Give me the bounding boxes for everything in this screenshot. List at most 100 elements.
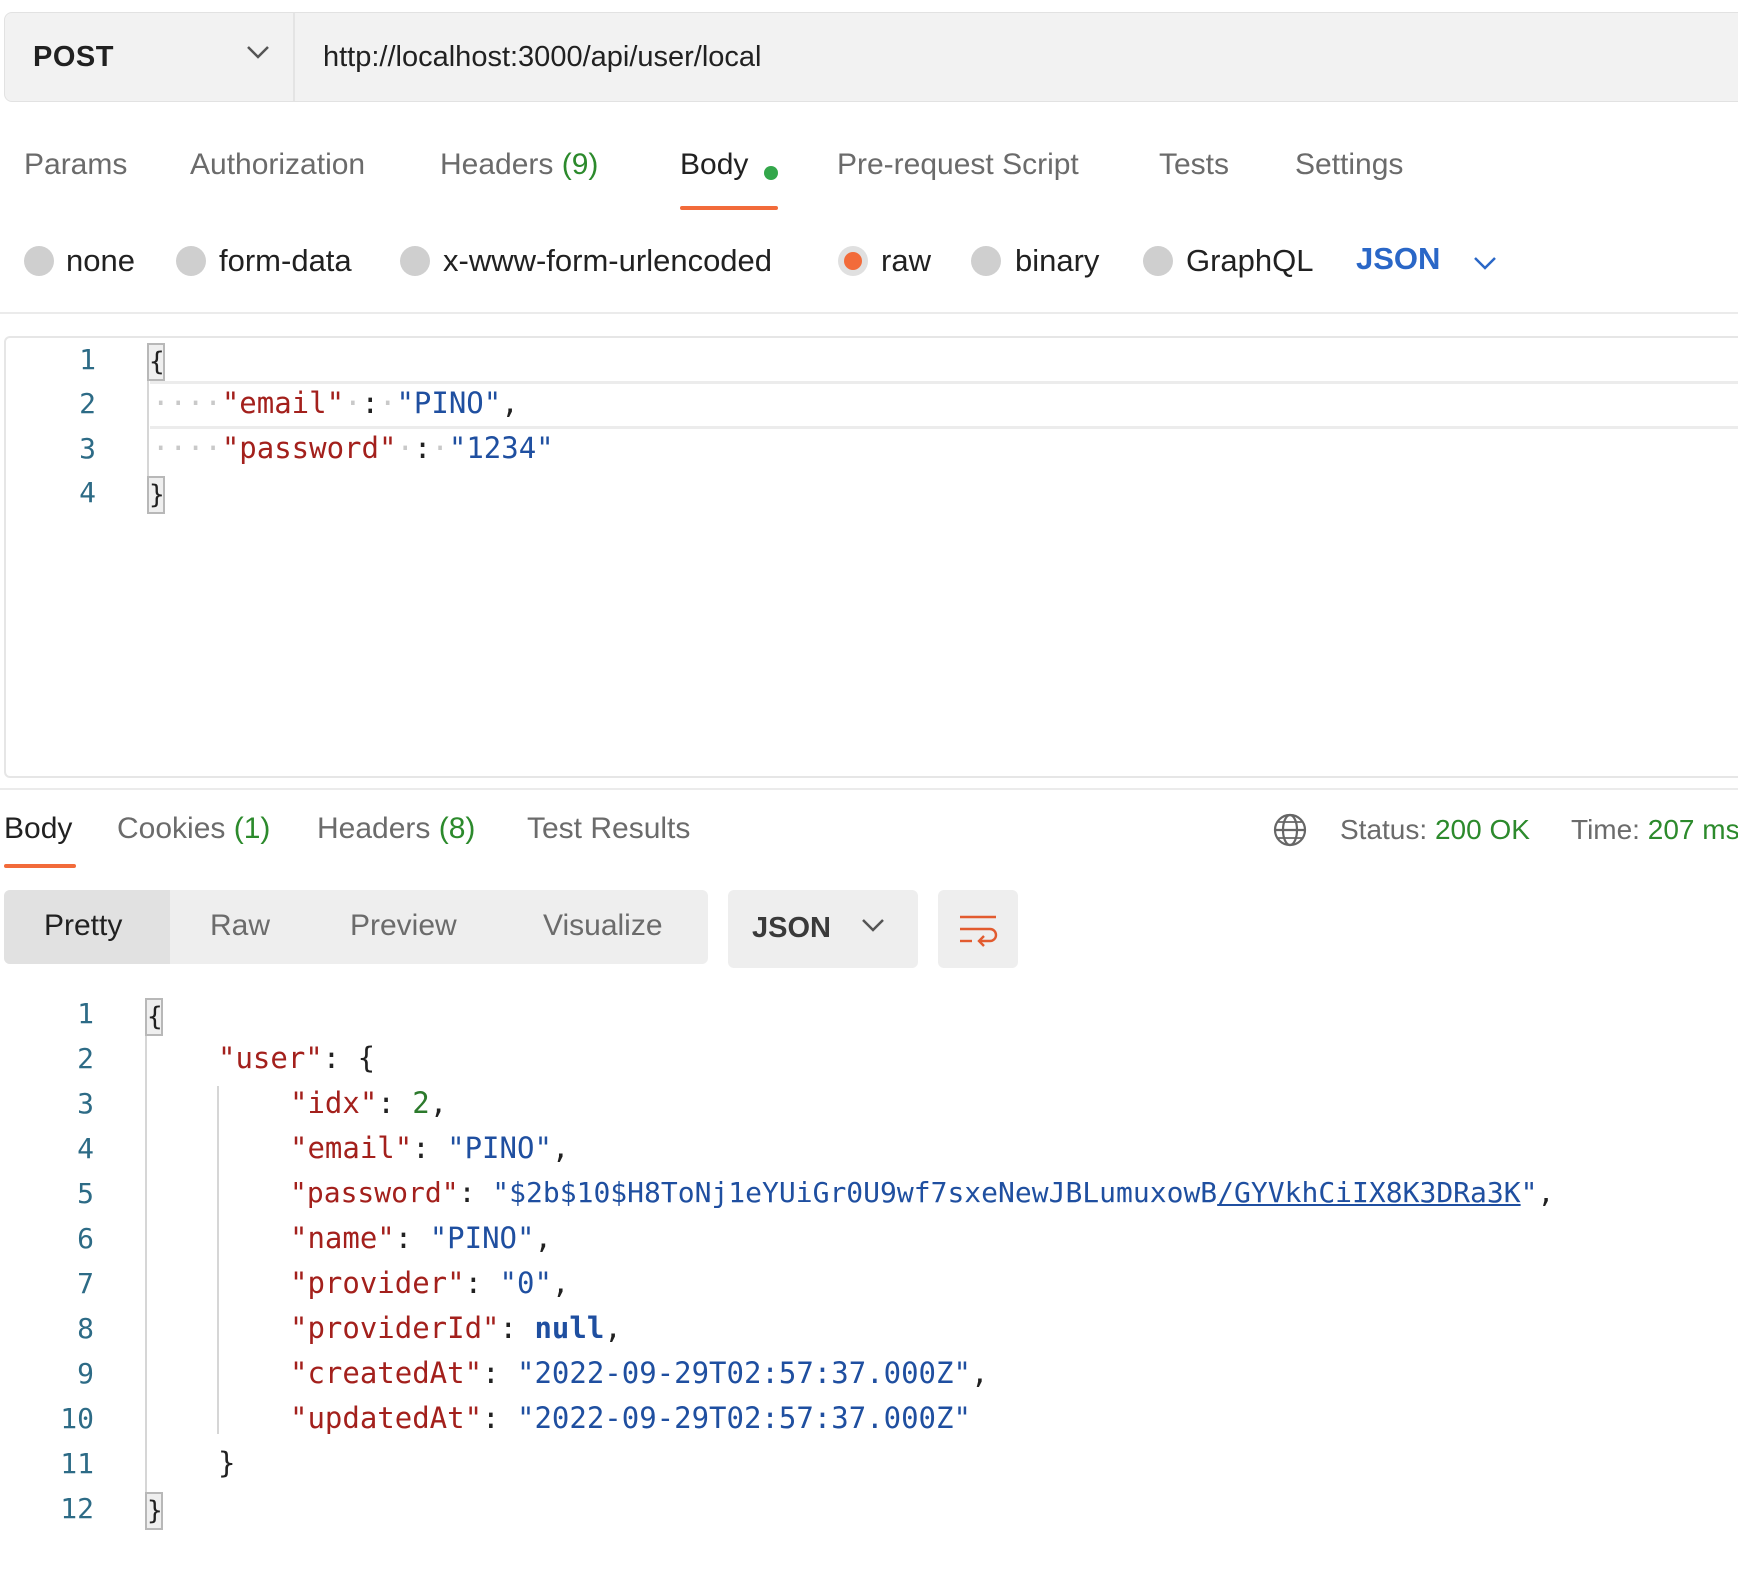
code-key: "createdAt" bbox=[290, 1356, 483, 1390]
status-value: 200 OK bbox=[1434, 814, 1530, 845]
radio-label-form-data: form-data bbox=[219, 243, 352, 278]
tab-label: Body bbox=[680, 148, 749, 181]
radio-label-none: none bbox=[66, 243, 135, 278]
code-line: "password": "$2b$10$H8ToNj1eYUiGr0U9wf7s… bbox=[290, 1176, 1554, 1209]
code-line: "name": "PINO", bbox=[290, 1221, 552, 1255]
whitespace-dots: · bbox=[396, 431, 414, 465]
code-punct: , bbox=[534, 1221, 552, 1255]
code-key: "password" bbox=[290, 1176, 459, 1209]
radio-label-x-www-form-urlencoded: x-www-form-urlencoded bbox=[443, 243, 773, 278]
response-tab-headers[interactable]: Headers (8) bbox=[317, 812, 475, 846]
tab-pre-request-script[interactable]: Pre-request Script bbox=[837, 148, 1079, 182]
url-input[interactable]: http://localhost:3000/api/user/local bbox=[323, 13, 762, 101]
tab-label: Test Results bbox=[527, 812, 691, 845]
response-body-viewer[interactable]: 1 2 3 4 5 6 7 8 9 10 11 12 { "user": { "… bbox=[0, 990, 1738, 1550]
tab-label: Body bbox=[4, 812, 73, 845]
code-line: "providerId": null, bbox=[290, 1311, 622, 1345]
code-punct: , bbox=[1537, 1176, 1555, 1209]
tab-count: (9) bbox=[561, 148, 599, 181]
line-number: 8 bbox=[77, 1312, 94, 1345]
response-tab-body[interactable]: Body bbox=[4, 812, 72, 846]
tab-authorization[interactable]: Authorization bbox=[190, 148, 365, 182]
globe-icon[interactable] bbox=[1272, 812, 1308, 848]
line-number: 3 bbox=[79, 432, 96, 465]
chevron-down-icon bbox=[862, 919, 884, 932]
tab-tests[interactable]: Tests bbox=[1159, 148, 1229, 182]
code-colon: : bbox=[361, 386, 379, 420]
code-value: "2022-09-29T02:57:37.000Z" bbox=[516, 1356, 971, 1390]
code-line: "updatedAt": "2022-09-29T02:57:37.000Z" bbox=[290, 1401, 971, 1435]
response-format-select[interactable]: JSON bbox=[728, 890, 918, 968]
line-number: 2 bbox=[79, 387, 96, 420]
code-value: "PINO" bbox=[396, 386, 502, 420]
tab-settings[interactable]: Settings bbox=[1295, 148, 1403, 182]
code-line: ····"password"·:·"1234" bbox=[152, 431, 554, 465]
radio-form-data[interactable] bbox=[176, 246, 206, 276]
tab-label: Settings bbox=[1295, 148, 1404, 181]
active-tab-underline bbox=[4, 864, 76, 868]
code-line: "user": { bbox=[218, 1041, 375, 1075]
method-label: POST bbox=[33, 40, 114, 73]
view-preview[interactable]: Preview bbox=[350, 909, 457, 943]
code-punct: : bbox=[482, 1356, 517, 1390]
wrap-lines-button[interactable] bbox=[938, 890, 1018, 968]
line-number: 7 bbox=[77, 1267, 94, 1300]
status-readout: Status: 200 OK bbox=[1340, 814, 1530, 846]
body-indicator-dot bbox=[764, 166, 778, 180]
line-number: 1 bbox=[79, 343, 96, 376]
radio-raw[interactable] bbox=[838, 246, 868, 276]
code-punct: , bbox=[501, 386, 519, 420]
tab-label: Params bbox=[24, 148, 128, 181]
tab-headers[interactable]: Headers (9) bbox=[440, 148, 598, 182]
tab-body[interactable]: Body bbox=[680, 148, 748, 182]
response-tab-cookies[interactable]: Cookies (1) bbox=[117, 812, 270, 846]
code-line: "email": "PINO", bbox=[290, 1131, 569, 1165]
line-number: 11 bbox=[60, 1447, 94, 1480]
view-raw[interactable]: Raw bbox=[210, 909, 270, 943]
line-number: 6 bbox=[77, 1222, 94, 1255]
code-brace-open: { bbox=[145, 998, 163, 1036]
url-bar: POST http://localhost:3000/api/user/loca… bbox=[4, 12, 1738, 102]
indent-guide bbox=[217, 1086, 219, 1434]
radio-graphql[interactable] bbox=[1143, 246, 1173, 276]
radio-binary[interactable] bbox=[971, 246, 1001, 276]
response-tab-test-results[interactable]: Test Results bbox=[527, 812, 690, 846]
line-number: 1 bbox=[77, 997, 94, 1030]
line-number: 4 bbox=[77, 1132, 94, 1165]
method-select[interactable]: POST bbox=[5, 13, 295, 101]
code-value: "0" bbox=[499, 1266, 552, 1300]
line-number: 12 bbox=[60, 1492, 94, 1525]
whitespace-dots: · bbox=[431, 431, 449, 465]
code-punct: : bbox=[377, 1086, 413, 1120]
code-brace-close: } bbox=[147, 476, 165, 514]
tab-label: Headers bbox=[317, 812, 431, 845]
code-punct: , bbox=[604, 1311, 622, 1345]
line-number: 2 bbox=[77, 1042, 94, 1075]
indent-guide bbox=[145, 998, 147, 1526]
line-number: 9 bbox=[77, 1357, 94, 1390]
view-visualize[interactable]: Visualize bbox=[543, 909, 663, 943]
line-number: 4 bbox=[79, 476, 96, 509]
radio-label-graphql: GraphQL bbox=[1186, 243, 1314, 278]
code-punct: : bbox=[499, 1311, 535, 1345]
radio-none[interactable] bbox=[24, 246, 54, 276]
line-number: 5 bbox=[77, 1177, 94, 1210]
code-key: "email" bbox=[221, 386, 345, 420]
code-line: "createdAt": "2022-09-29T02:57:37.000Z", bbox=[290, 1356, 988, 1390]
code-key: "password" bbox=[221, 431, 397, 465]
view-pretty[interactable]: Pretty bbox=[44, 909, 122, 943]
time-readout: Time: 207 ms bbox=[1571, 814, 1738, 846]
status-label: Status: bbox=[1340, 814, 1428, 845]
raw-format-select[interactable]: JSON bbox=[1356, 241, 1440, 277]
code-value: "1234" bbox=[448, 431, 554, 465]
tab-params[interactable]: Params bbox=[24, 148, 127, 182]
code-colon: : bbox=[413, 431, 432, 465]
code-punct: : bbox=[482, 1401, 517, 1435]
divider bbox=[0, 788, 1738, 790]
radio-x-www-form-urlencoded[interactable] bbox=[400, 246, 430, 276]
time-value: 207 ms bbox=[1647, 814, 1738, 845]
code-value-link[interactable]: /GYVkhCiIX8K3DRa3K bbox=[1217, 1176, 1520, 1209]
code-punct: : bbox=[412, 1131, 448, 1165]
chevron-down-icon[interactable] bbox=[1472, 254, 1498, 272]
code-brace-open: { bbox=[147, 343, 165, 381]
